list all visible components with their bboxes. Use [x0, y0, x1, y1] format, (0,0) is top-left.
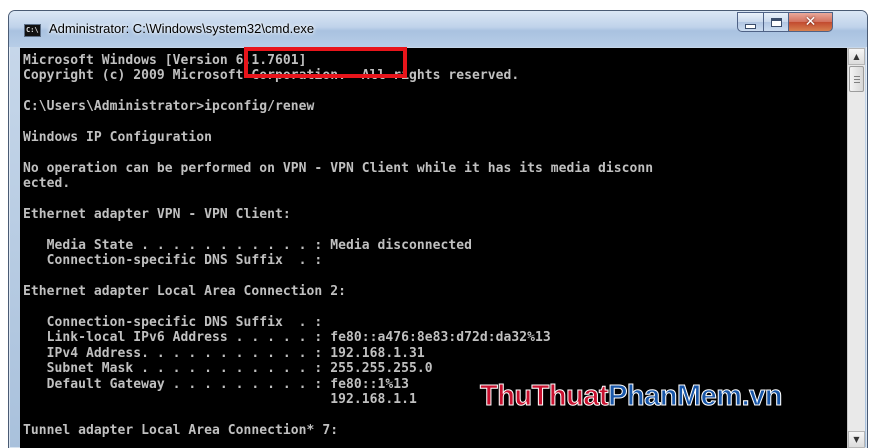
- scroll-thumb[interactable]: [849, 66, 864, 92]
- cmd-app-icon[interactable]: C:\: [24, 24, 41, 37]
- watermark-part3: .vn: [741, 380, 783, 413]
- console-line: Media State . . . . . . . . . . . : Medi…: [23, 238, 472, 253]
- close-icon: ✕: [804, 14, 817, 30]
- watermark-logo: ThuThuatPhanMem.vn: [479, 380, 783, 413]
- arrow-down-icon: ▼: [853, 435, 860, 444]
- console-line: Connection-specific DNS Suffix . :: [23, 253, 323, 268]
- close-button[interactable]: ✕: [788, 12, 833, 32]
- console-line: C:\Users\Administrator>ipconfig/renew: [23, 99, 315, 114]
- grip-line: [854, 79, 860, 80]
- watermark-part2: PhanMem: [608, 380, 743, 413]
- grip-line: [854, 82, 860, 83]
- minimize-icon: [745, 23, 756, 29]
- window-title: Administrator: C:\Windows\system32\cmd.e…: [49, 21, 315, 36]
- console-line: ected.: [23, 176, 71, 191]
- console-line: Tunnel adapter Local Area Connection* 7:: [23, 423, 339, 438]
- maximize-button[interactable]: [763, 12, 789, 32]
- console-line: Ethernet adapter Local Area Connection 2…: [23, 284, 346, 299]
- maximize-icon: [770, 17, 782, 27]
- console-line: 192.168.1.1: [23, 392, 417, 407]
- scroll-down-button[interactable]: ▼: [848, 431, 865, 448]
- console-line: Default Gateway . . . . . . . . . : fe80…: [23, 377, 409, 392]
- command-highlight-box: [244, 47, 407, 78]
- console-line: Ethernet adapter VPN - VPN Client:: [23, 207, 291, 222]
- console-line: Windows IP Configuration: [23, 130, 213, 145]
- console-line: No operation can be performed on VPN - V…: [23, 161, 654, 176]
- console-line: Link-local IPv6 Address . . . . . : fe80…: [23, 330, 551, 345]
- title-bar[interactable]: C:\ Administrator: C:\Windows\system32\c…: [9, 11, 867, 47]
- minimize-button[interactable]: [737, 12, 764, 32]
- watermark-part1: ThuThuat: [479, 380, 609, 413]
- console-line: Subnet Mask . . . . . . . . . . . : 255.…: [23, 361, 433, 376]
- grip-line: [854, 76, 860, 77]
- vertical-scrollbar[interactable]: ▲ ▼: [847, 48, 865, 448]
- arrow-up-icon: ▲: [853, 52, 860, 61]
- console-line: Connection-specific DNS Suffix . :: [23, 315, 323, 330]
- scroll-up-button[interactable]: ▲: [848, 48, 865, 65]
- console-line: IPv4 Address. . . . . . . . . . . : 192.…: [23, 346, 425, 361]
